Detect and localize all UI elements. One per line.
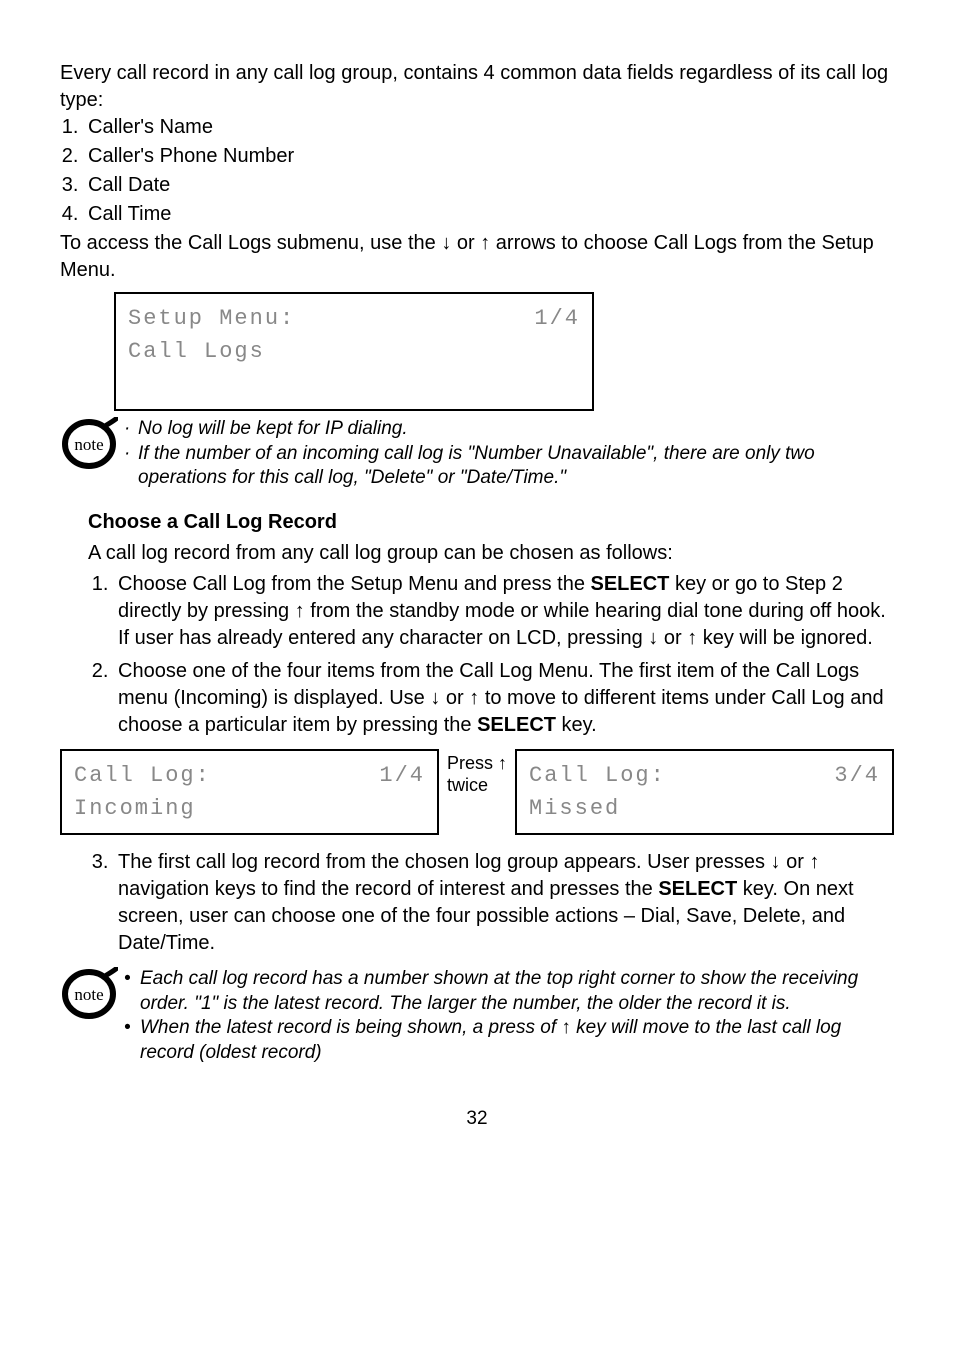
svg-text:note: note (74, 985, 103, 1004)
step-3: The first call log record from the chose… (114, 849, 894, 957)
lcd-page: 1/4 (379, 759, 425, 792)
lcd-title: Call Log: (74, 759, 211, 792)
step-1: Choose Call Log from the Setup Menu and … (114, 571, 894, 652)
page-number: 32 (60, 1106, 894, 1132)
lcd-title: Call Log: (529, 759, 666, 792)
down-arrow-icon: ↓ (648, 627, 658, 649)
intro-para2: To access the Call Logs submenu, use the… (60, 232, 874, 281)
select-key-label: SELECT (658, 878, 737, 900)
list-item: Caller's Name (84, 114, 894, 141)
select-key-label: SELECT (477, 714, 556, 736)
up-arrow-icon: ↑ (480, 232, 490, 254)
intro-section: Every call record in any call log group,… (60, 60, 894, 284)
intro-list: Caller's Name Caller's Phone Number Call… (60, 114, 894, 228)
up-arrow-icon: ↑ (809, 851, 819, 873)
note-icon: note (60, 417, 118, 471)
note-text: ·No log will be kept for IP dialing. ·If… (124, 417, 894, 491)
up-arrow-icon: ↑ (295, 600, 305, 622)
svg-text:note: note (74, 435, 103, 454)
list-item: Call Date (84, 172, 894, 199)
down-arrow-icon: ↓ (441, 232, 451, 254)
page-content: Every call record in any call log group,… (60, 60, 894, 1131)
down-arrow-icon: ↓ (771, 851, 781, 873)
lcd-line: Missed (529, 792, 880, 825)
select-key-label: SELECT (591, 573, 670, 595)
lcd-display-calllog-incoming: Call Log: 1/4 Incoming (60, 749, 439, 835)
steps-list: Choose Call Log from the Setup Menu and … (88, 571, 894, 739)
lcd-page: 1/4 (534, 302, 580, 335)
press-up-twice-label: Press ↑ twice (447, 749, 507, 796)
up-arrow-icon: ↑ (561, 1017, 571, 1038)
list-item: Caller's Phone Number (84, 143, 894, 170)
lcd-title: Setup Menu: (128, 302, 295, 335)
choose-heading: Choose a Call Log Record (88, 509, 894, 536)
up-arrow-icon: ↑ (687, 627, 697, 649)
lcd-display-calllog-missed: Call Log: 3/4 Missed (515, 749, 894, 835)
note-block-2: note •Each call log record has a number … (60, 967, 894, 1066)
list-item: Call Time (84, 201, 894, 228)
lcd-display-setup: Setup Menu: 1/4 Call Logs (114, 292, 594, 411)
lcd-line: Incoming (74, 792, 425, 825)
lcd-pair: Call Log: 1/4 Incoming Press ↑ twice Cal… (60, 749, 894, 835)
note-icon: note (60, 967, 118, 1021)
step-2: Choose one of the four items from the Ca… (114, 658, 894, 739)
choose-intro: A call log record from any call log grou… (88, 540, 894, 567)
up-arrow-icon: ↑ (469, 687, 479, 709)
steps-list-continued: The first call log record from the chose… (88, 849, 894, 957)
lcd-page: 3/4 (834, 759, 880, 792)
note-text: •Each call log record has a number shown… (124, 967, 894, 1066)
down-arrow-icon: ↓ (430, 687, 440, 709)
lcd-line: Call Logs (128, 335, 580, 368)
intro-para1: Every call record in any call log group,… (60, 62, 888, 111)
note-block-1: note ·No log will be kept for IP dialing… (60, 417, 894, 491)
